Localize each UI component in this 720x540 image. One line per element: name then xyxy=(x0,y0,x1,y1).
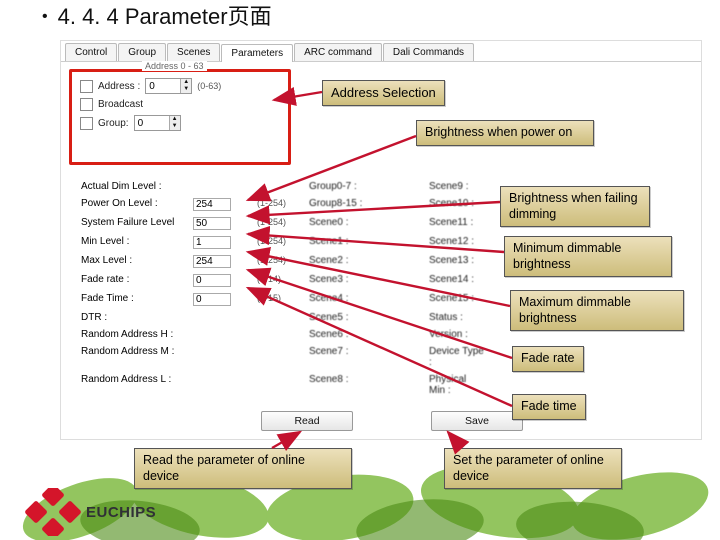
grid-col3: Scene14 : xyxy=(429,274,485,287)
grid-col3: Status : xyxy=(429,312,485,323)
address-checkbox[interactable] xyxy=(80,80,93,93)
grid-col2: Scene2 : xyxy=(309,255,365,268)
tab-dali-commands[interactable]: Dali Commands xyxy=(383,43,474,61)
param-label: Fade rate : xyxy=(81,274,189,287)
group-spinner[interactable]: ▲▼ xyxy=(134,115,181,131)
callout-read: Read the parameter of online device xyxy=(134,448,352,489)
param-label: DTR : xyxy=(81,312,189,323)
tab-group[interactable]: Group xyxy=(118,43,166,61)
logo-icon xyxy=(24,488,82,536)
callout-power-on: Brightness when power on xyxy=(416,120,594,146)
bullet-dot: • xyxy=(42,8,48,25)
callout-fade-time: Fade time xyxy=(512,394,586,420)
grid-col2: Scene4 : xyxy=(309,293,365,306)
address-range: (0-63) xyxy=(197,81,221,91)
param-label: Power On Level : xyxy=(81,198,189,211)
grid-col2: Scene5 : xyxy=(309,312,365,323)
param-range: (0-14) xyxy=(257,274,305,287)
param-value[interactable]: 0 xyxy=(193,274,231,287)
spinner-down-icon[interactable]: ▼ xyxy=(180,86,191,93)
param-range xyxy=(257,374,305,396)
param-range xyxy=(257,312,305,323)
address-input[interactable] xyxy=(146,79,180,93)
param-label: Fade Time : xyxy=(81,293,189,306)
spinner-down-icon[interactable]: ▼ xyxy=(169,123,180,130)
param-label: Min Level : xyxy=(81,236,189,249)
param-label: System Failure Level xyxy=(81,217,189,230)
param-label: Random Address H : xyxy=(81,329,189,340)
save-button[interactable]: Save xyxy=(431,411,523,431)
address-frame-label: Address 0 - 63 xyxy=(142,61,207,71)
param-range xyxy=(257,329,305,340)
param-range: (1-254) xyxy=(257,217,305,230)
address-spinner[interactable]: ▲▼ xyxy=(145,78,192,94)
grid-col3: Physical Min : xyxy=(429,374,485,396)
callout-address: Address Selection xyxy=(322,80,445,106)
grid-col3: Scene13 : xyxy=(429,255,485,268)
tab-arc-command[interactable]: ARC command xyxy=(294,43,382,61)
address-label: Address : xyxy=(98,81,140,92)
grid-col3: Device Type : xyxy=(429,346,485,368)
grid-col3: Scene15 : xyxy=(429,293,485,306)
param-range: (1-254) xyxy=(257,236,305,249)
grid-col2: Scene8 : xyxy=(309,374,365,396)
broadcast-checkbox[interactable] xyxy=(80,98,93,111)
param-range: (1-254) xyxy=(257,198,305,211)
tab-bar: Control Group Scenes Parameters ARC comm… xyxy=(61,41,701,62)
grid-col2: Group8-15 : xyxy=(309,198,365,211)
param-label: Max Level : xyxy=(81,255,189,268)
param-value[interactable]: 50 xyxy=(193,217,231,230)
param-value[interactable]: 1 xyxy=(193,236,231,249)
group-label: Group: xyxy=(98,118,129,129)
grid-col2: Scene6 : xyxy=(309,329,365,340)
grid-col2: Scene3 : xyxy=(309,274,365,287)
callout-save: Set the parameter of online device xyxy=(444,448,622,489)
grid-col3: Scene10 : xyxy=(429,198,485,211)
param-label: Random Address M : xyxy=(81,346,189,368)
grid-col3: Scene12 : xyxy=(429,236,485,249)
grid-col3: Scene11 : xyxy=(429,217,485,230)
callout-failing: Brightness when failing dimming xyxy=(500,186,650,227)
callout-fade-rate: Fade rate xyxy=(512,346,584,372)
tab-scenes[interactable]: Scenes xyxy=(167,43,220,61)
logo-text: EUCHIPS xyxy=(86,504,156,521)
callout-min: Minimum dimmable brightness xyxy=(504,236,672,277)
slide-title-text: 4. 4. 4 Parameter页面 xyxy=(58,4,272,29)
brand-logo: EUCHIPS xyxy=(24,488,156,536)
read-button[interactable]: Read xyxy=(261,411,353,431)
param-value[interactable]: 254 xyxy=(193,198,231,211)
param-label: Random Address L : xyxy=(81,374,189,396)
tab-parameters[interactable]: Parameters xyxy=(221,44,293,62)
grid-col2: Scene7 : xyxy=(309,346,365,368)
address-selection-box: Address 0 - 63 Address : ▲▼ (0-63) Broad… xyxy=(69,69,291,165)
grid-col3: Version : xyxy=(429,329,485,340)
tab-control[interactable]: Control xyxy=(65,43,117,61)
broadcast-label: Broadcast xyxy=(98,99,143,110)
spinner-up-icon[interactable]: ▲ xyxy=(169,116,180,123)
spinner-up-icon[interactable]: ▲ xyxy=(180,79,191,86)
param-value[interactable]: 254 xyxy=(193,255,231,268)
grid-col2: Scene0 : xyxy=(309,217,365,230)
grid-col2: Scene1 : xyxy=(309,236,365,249)
param-range xyxy=(257,181,305,192)
grid-col2: Group0-7 : xyxy=(309,181,365,192)
param-label: Actual Dim Level : xyxy=(81,181,189,192)
param-range xyxy=(257,346,305,368)
param-value[interactable]: 0 xyxy=(193,293,231,306)
slide-title: • 4. 4. 4 Parameter页面 xyxy=(42,6,272,28)
param-range: (1-254) xyxy=(257,255,305,268)
param-range: (0-15) xyxy=(257,293,305,306)
callout-max: Maximum dimmable brightness xyxy=(510,290,684,331)
parameter-grid: Actual Dim Level : Group0-7 : Scene9 : Powe… xyxy=(81,181,545,396)
group-checkbox[interactable] xyxy=(80,117,93,130)
grid-col3: Scene9 : xyxy=(429,181,485,192)
group-input[interactable] xyxy=(135,116,169,130)
